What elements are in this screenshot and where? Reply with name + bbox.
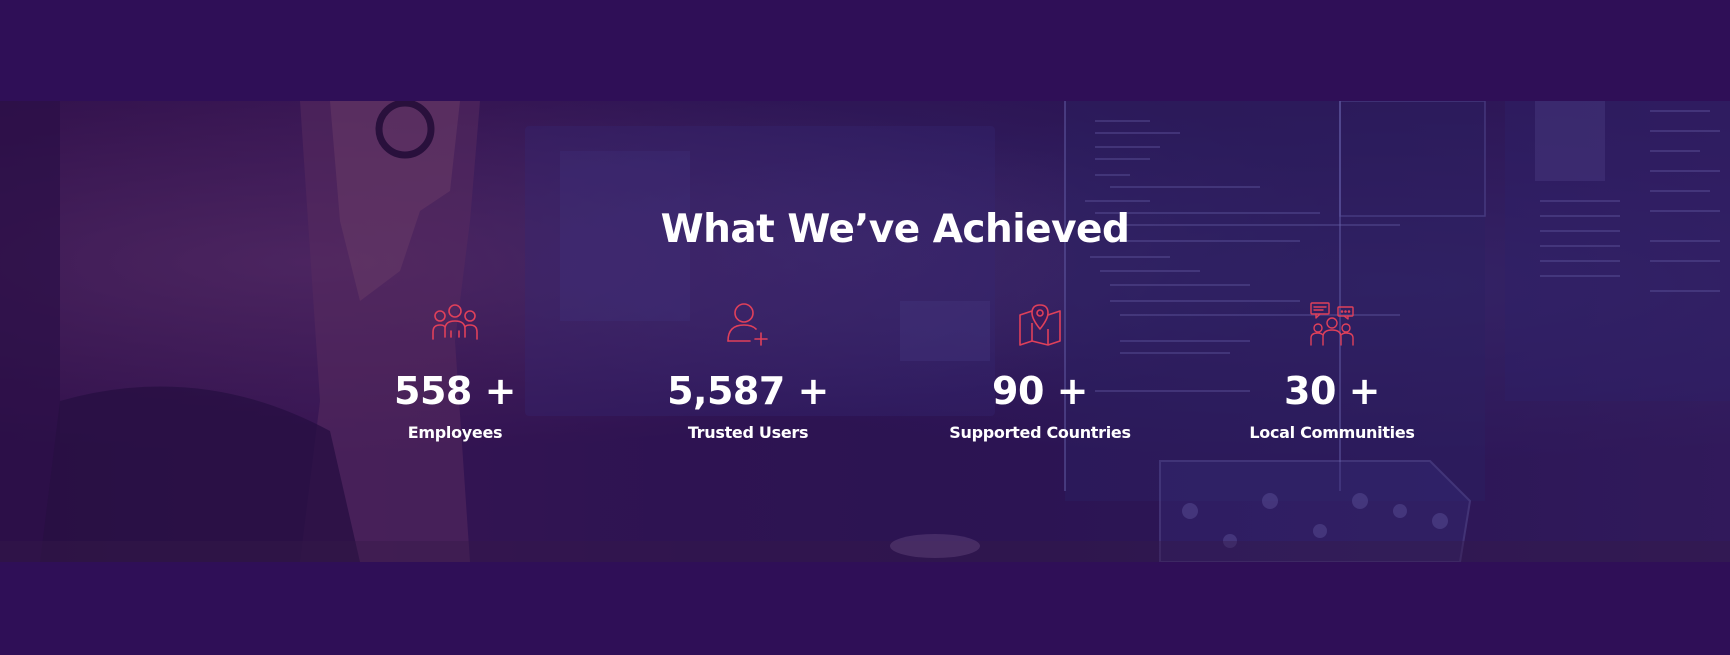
achievements-content: What We’ve Achieved 558 + Employees 5,58… — [0, 101, 1730, 562]
stat-label: Trusted Users — [687, 423, 809, 442]
stat-local-communities: 30 + Local Communities — [1182, 301, 1482, 443]
stat-label: Local Communities — [1249, 423, 1415, 442]
achievements-section: What We’ve Achieved 558 + Employees 5,58… — [0, 101, 1730, 562]
stat-value: 90 + — [992, 369, 1088, 413]
stat-label: Supported Countries — [949, 423, 1131, 442]
stat-employees: 558 + Employees — [305, 301, 605, 443]
stat-supported-countries: 90 + Supported Countries — [890, 301, 1190, 443]
stat-value: 5,587 + — [667, 369, 829, 413]
page: What We’ve Achieved 558 + Employees 5,58… — [0, 0, 1730, 655]
stat-value: 30 + — [1284, 369, 1380, 413]
community-chat-icon — [1310, 302, 1354, 346]
add-user-icon — [727, 303, 768, 346]
people-group-icon — [432, 304, 478, 340]
stat-label: Employees — [407, 423, 503, 442]
stat-trusted-users: 5,587 + Trusted Users — [598, 301, 898, 443]
section-title: What We’ve Achieved — [660, 207, 1130, 252]
map-pin-icon — [1019, 304, 1061, 346]
stat-value: 558 + — [394, 369, 516, 413]
